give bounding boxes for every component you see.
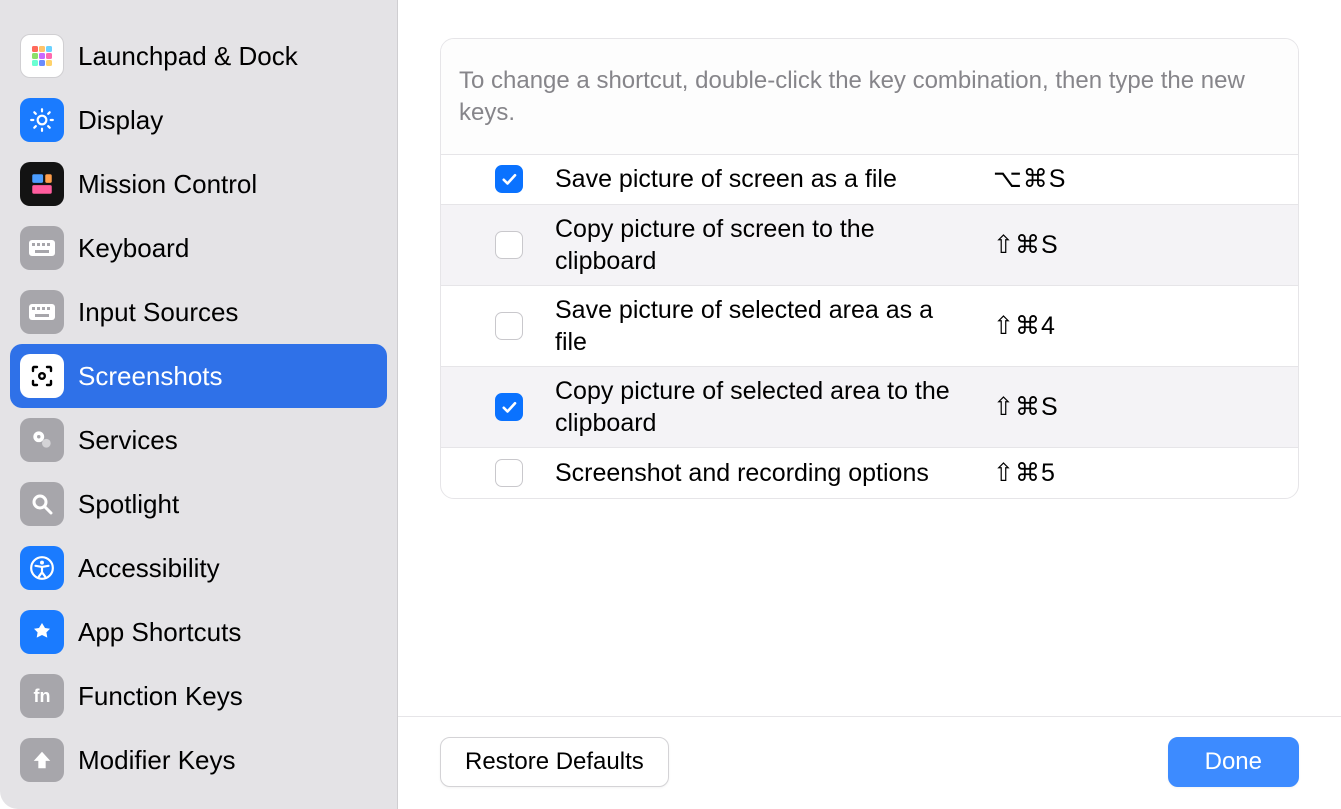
sidebar-item-label: Screenshots	[78, 363, 223, 389]
shortcuts-panel: To change a shortcut, double-click the k…	[440, 38, 1299, 499]
sidebar-item-label: Modifier Keys	[78, 747, 236, 773]
accessibility-icon	[20, 546, 64, 590]
sidebar-item-modifier-keys[interactable]: Modifier Keys	[10, 728, 387, 792]
shortcut-row[interactable]: Copy picture of screen to the clipboard …	[441, 205, 1298, 286]
shortcut-checkbox[interactable]	[495, 393, 523, 421]
shortcut-checkbox[interactable]	[495, 231, 523, 259]
shortcut-keys[interactable]: ⇧⌘S	[993, 392, 1059, 422]
shortcut-keys[interactable]: ⇧⌘S	[993, 230, 1059, 260]
sidebar-item-label: Accessibility	[78, 555, 220, 581]
sidebar-item-accessibility[interactable]: Accessibility	[10, 536, 387, 600]
shortcut-row[interactable]: Copy picture of selected area to the cli…	[441, 367, 1298, 448]
panel-instruction: To change a shortcut, double-click the k…	[441, 39, 1298, 155]
sidebar-item-app-shortcuts[interactable]: App Shortcuts	[10, 600, 387, 664]
shortcut-label: Screenshot and recording options	[523, 457, 993, 489]
shortcut-keys[interactable]: ⇧⌘4	[993, 311, 1056, 341]
sidebar-item-input-sources[interactable]: Input Sources	[10, 280, 387, 344]
shortcut-row[interactable]: Screenshot and recording options ⇧⌘5	[441, 448, 1298, 498]
sidebar: Launchpad & Dock Display Mission Control…	[0, 0, 398, 809]
sidebar-item-label: Spotlight	[78, 491, 179, 517]
shortcut-label: Save picture of selected area as a file	[523, 294, 993, 358]
shortcut-row[interactable]: Save picture of screen as a file ⌥⌘S	[441, 155, 1298, 205]
sidebar-item-label: App Shortcuts	[78, 619, 241, 645]
shortcut-checkbox[interactable]	[495, 165, 523, 193]
sidebar-item-label: Launchpad & Dock	[78, 43, 298, 69]
sidebar-item-spotlight[interactable]: Spotlight	[10, 472, 387, 536]
spotlight-icon	[20, 482, 64, 526]
shortcut-row[interactable]: Save picture of selected area as a file …	[441, 286, 1298, 367]
keyboard-icon	[20, 226, 64, 270]
services-icon	[20, 418, 64, 462]
sidebar-item-function-keys[interactable]: fn Function Keys	[10, 664, 387, 728]
main-content: To change a shortcut, double-click the k…	[398, 0, 1341, 809]
shortcut-label: Copy picture of screen to the clipboard	[523, 213, 993, 277]
brightness-icon	[20, 98, 64, 142]
shortcut-keys[interactable]: ⇧⌘5	[993, 458, 1056, 488]
sidebar-item-mission-control[interactable]: Mission Control	[10, 152, 387, 216]
shortcut-checkbox[interactable]	[495, 459, 523, 487]
function-keys-icon: fn	[20, 674, 64, 718]
sidebar-item-display[interactable]: Display	[10, 88, 387, 152]
shortcut-checkbox[interactable]	[495, 312, 523, 340]
sidebar-item-label: Function Keys	[78, 683, 243, 709]
modifier-keys-icon	[20, 738, 64, 782]
input-sources-icon	[20, 290, 64, 334]
mission-control-icon	[20, 162, 64, 206]
done-button[interactable]: Done	[1168, 737, 1299, 787]
sidebar-item-label: Services	[78, 427, 178, 453]
shortcut-keys[interactable]: ⌥⌘S	[993, 164, 1066, 194]
shortcut-label: Save picture of screen as a file	[523, 163, 993, 195]
sidebar-item-label: Display	[78, 107, 163, 133]
app-shortcuts-icon	[20, 610, 64, 654]
launchpad-icon	[20, 34, 64, 78]
sidebar-item-keyboard[interactable]: Keyboard	[10, 216, 387, 280]
shortcut-label: Copy picture of selected area to the cli…	[523, 375, 993, 439]
screenshots-icon	[20, 354, 64, 398]
sidebar-item-label: Keyboard	[78, 235, 189, 261]
sidebar-item-launchpad-dock[interactable]: Launchpad & Dock	[10, 24, 387, 88]
restore-defaults-button[interactable]: Restore Defaults	[440, 737, 669, 787]
sidebar-item-screenshots[interactable]: Screenshots	[10, 344, 387, 408]
sidebar-item-label: Mission Control	[78, 171, 257, 197]
footer: Restore Defaults Done	[398, 716, 1341, 809]
sidebar-item-label: Input Sources	[78, 299, 238, 325]
sidebar-item-services[interactable]: Services	[10, 408, 387, 472]
